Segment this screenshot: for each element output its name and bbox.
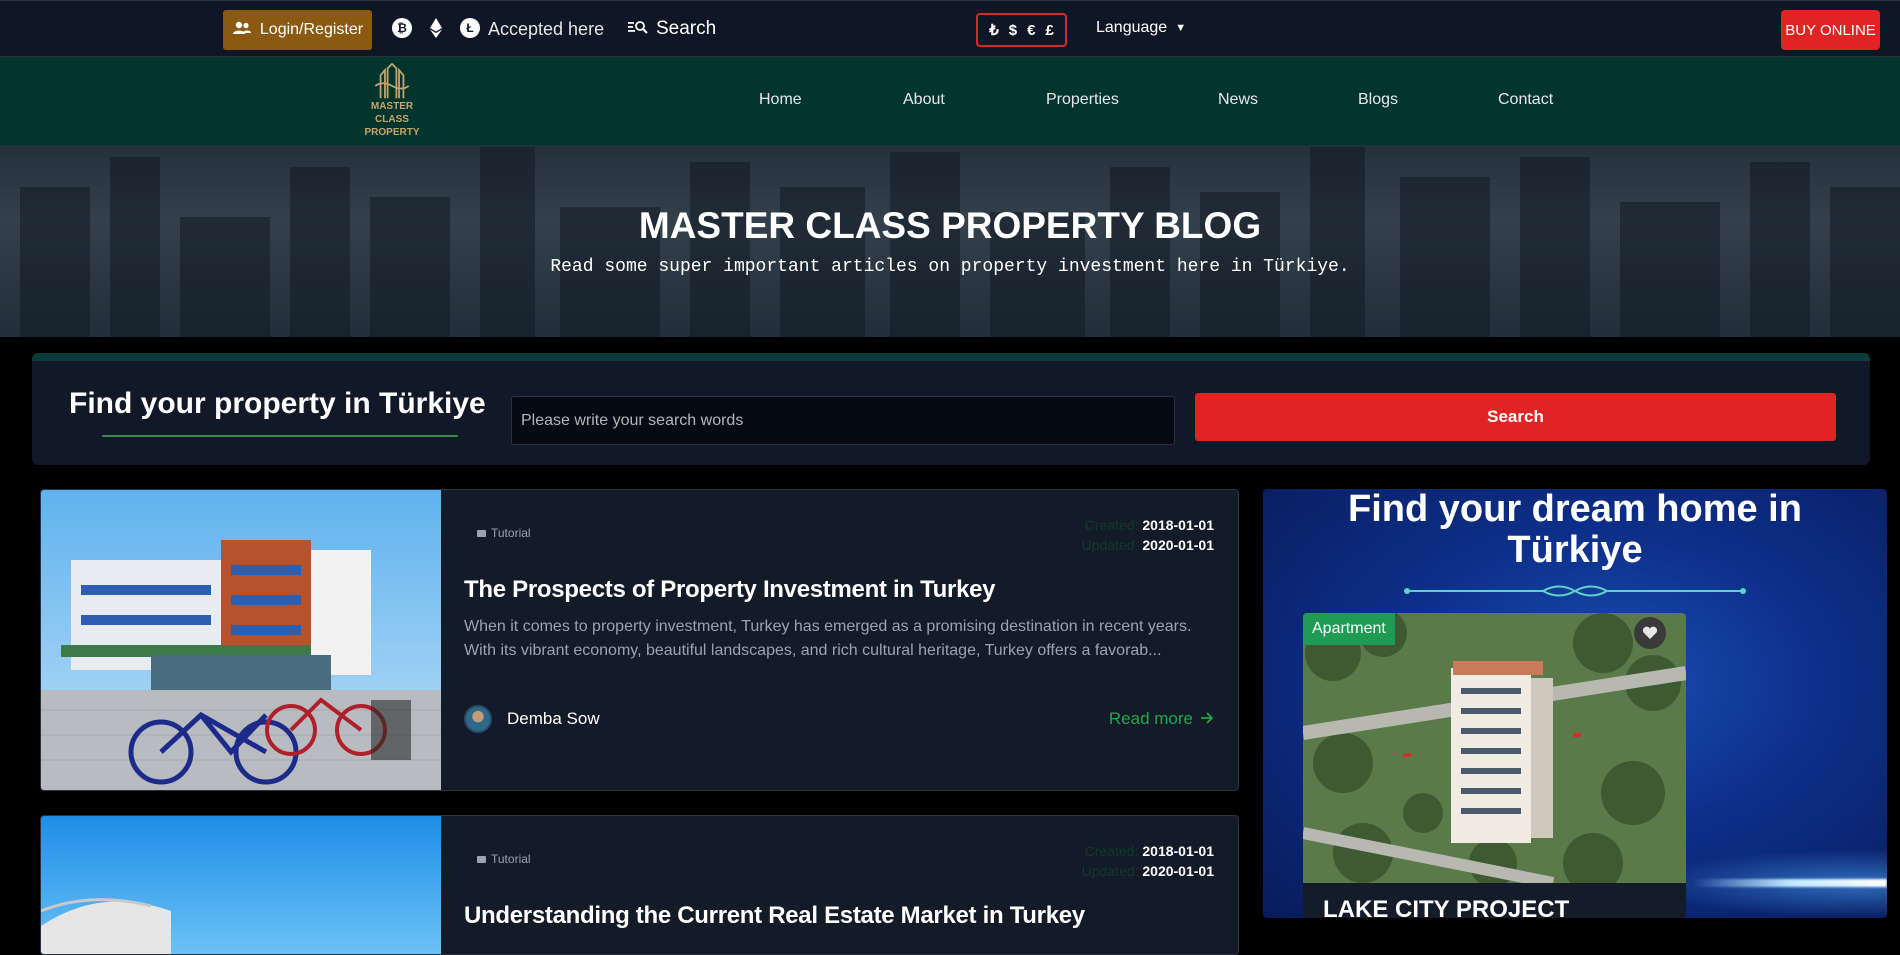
find-property-title: Find your property in Türkiye <box>69 387 486 420</box>
hero-banner: MASTER CLASS PROPERTY BLOG Read some sup… <box>0 145 1900 337</box>
widget-title-line-1: Find your dream home in <box>1348 489 1802 530</box>
litecoin-icon: Ł <box>460 18 480 38</box>
main-nav: MASTER CLASS PROPERTY Home About Propert… <box>0 57 1900 145</box>
property-card[interactable]: Apartment LAKE CITY PROJECT <box>1303 613 1686 918</box>
search-icon <box>628 20 648 38</box>
post-category[interactable]: Tutorial <box>477 852 531 866</box>
updated-label: Updated: <box>1081 537 1139 553</box>
post-author[interactable]: Demba Sow <box>464 705 600 733</box>
buy-online-button[interactable]: BUY ONLINE <box>1781 10 1880 50</box>
created-label: Created: <box>1084 517 1139 533</box>
post-content: Tutorial Created: 2018-01-01 Updated: 20… <box>441 816 1238 954</box>
created-label: Created: <box>1084 843 1139 859</box>
ethereum-icon <box>426 18 446 38</box>
heart-icon[interactable] <box>1634 617 1666 649</box>
property-name[interactable]: LAKE CITY PROJECT <box>1323 896 1569 918</box>
video-icon <box>477 855 486 863</box>
widget-title: Find your dream home in Türkiye <box>1263 489 1887 571</box>
property-type-badge: Apartment <box>1303 613 1395 645</box>
property-image[interactable]: Apartment <box>1303 613 1686 883</box>
logo-text: MASTER CLASS PROPERTY <box>355 100 429 139</box>
language-dropdown[interactable]: Language ▼ <box>1096 19 1186 37</box>
post-thumbnail[interactable] <box>41 816 441 954</box>
logo-line-1: MASTER CLASS <box>370 101 414 125</box>
crypto-icons: ₿ Ł <box>392 18 480 38</box>
updated-date: 2020-01-01 <box>1142 537 1214 553</box>
nav-about[interactable]: About <box>903 91 945 109</box>
nav-blogs[interactable]: Blogs <box>1358 91 1398 109</box>
currency-selector[interactable]: ₺ $ € £ <box>976 13 1067 47</box>
login-register-label: Login/Register <box>259 21 364 38</box>
updated-label: Updated: <box>1081 863 1139 879</box>
caret-down-icon: ▼ <box>1175 22 1187 34</box>
language-label: Language <box>1096 19 1168 36</box>
currency-gbp[interactable]: £ <box>1045 22 1053 39</box>
post-category[interactable]: Tutorial <box>477 526 531 540</box>
bitcoin-icon: ₿ <box>392 18 412 38</box>
top-search-button[interactable]: Search <box>628 18 716 40</box>
post-dates: Created: 2018-01-01 Updated: 2020-01-01 <box>1082 841 1214 881</box>
top-bar: Login/Register ₿ Ł Accepted here Search … <box>0 0 1900 57</box>
ornament-divider-icon <box>1404 585 1746 597</box>
widget-title-line-2: Türkiye <box>1507 529 1643 571</box>
post-title[interactable]: The Prospects of Property Investment in … <box>464 576 996 604</box>
post-dates: Created: 2018-01-01 Updated: 2020-01-01 <box>1082 515 1214 555</box>
blog-post-card[interactable]: Tutorial Created: 2018-01-01 Updated: 20… <box>40 815 1239 955</box>
building-logo-icon <box>374 63 410 99</box>
read-more-label: Read more <box>1108 709 1193 728</box>
created-date: 2018-01-01 <box>1142 843 1214 859</box>
login-register-button[interactable]: Login/Register <box>223 10 372 50</box>
page-title: MASTER CLASS PROPERTY BLOG <box>638 205 1262 246</box>
property-search-panel: Find your property in Türkiye Search <box>32 353 1870 465</box>
post-thumbnail[interactable] <box>41 490 441 790</box>
users-icon <box>232 21 252 40</box>
nav-properties[interactable]: Properties <box>1046 91 1119 109</box>
logo-line-2: PROPERTY <box>364 127 420 138</box>
nav-contact[interactable]: Contact <box>1498 91 1553 109</box>
light-streak <box>1693 879 1887 887</box>
video-icon <box>477 529 486 537</box>
currency-eur[interactable]: € <box>1027 22 1035 39</box>
blog-post-card[interactable]: Tutorial Created: 2018-01-01 Updated: 20… <box>40 489 1239 791</box>
site-logo[interactable]: MASTER CLASS PROPERTY <box>355 63 429 139</box>
category-label: Tutorial <box>491 852 531 866</box>
dream-home-widget: Find your dream home in Türkiye Apartmen… <box>1263 489 1887 918</box>
post-excerpt: When it comes to property investment, Tu… <box>464 618 1192 659</box>
category-label: Tutorial <box>491 526 531 540</box>
created-date: 2018-01-01 <box>1142 517 1214 533</box>
currency-try[interactable]: ₺ <box>989 21 999 39</box>
title-underline <box>102 435 458 437</box>
read-more-link[interactable]: Read more <box>1109 709 1214 729</box>
updated-date: 2020-01-01 <box>1142 863 1214 879</box>
post-title[interactable]: Understanding the Current Real Estate Ma… <box>464 902 1085 930</box>
accepted-here-text: Accepted here <box>488 19 605 39</box>
author-avatar <box>464 705 492 733</box>
page-subtitle: Read some super important articles on pr… <box>550 257 1350 277</box>
post-content: Tutorial Created: 2018-01-01 Updated: 20… <box>441 490 1238 790</box>
arrow-right-icon <box>1200 709 1214 729</box>
nav-home[interactable]: Home <box>759 91 802 109</box>
search-button[interactable]: Search <box>1195 393 1836 441</box>
currency-usd[interactable]: $ <box>1009 22 1017 39</box>
nav-news[interactable]: News <box>1218 91 1258 109</box>
search-input[interactable] <box>511 396 1175 445</box>
author-name: Demba Sow <box>507 709 600 728</box>
top-search-label: Search <box>656 18 717 39</box>
